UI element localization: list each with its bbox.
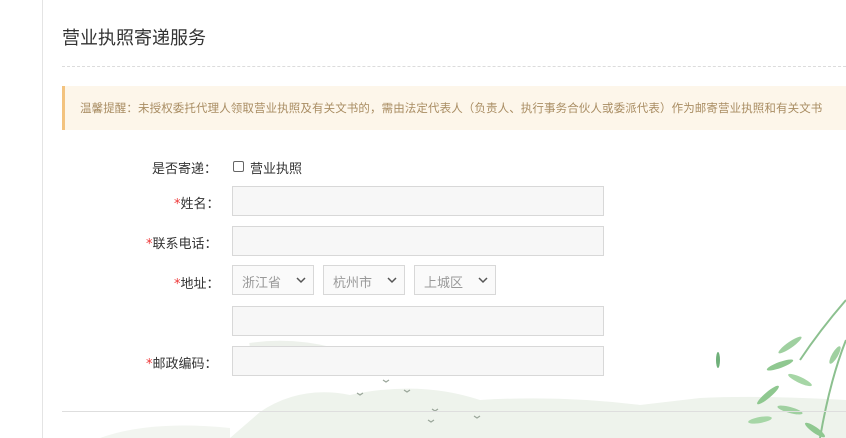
- bird-icon: [403, 389, 411, 393]
- province-value: 浙江省: [242, 276, 282, 291]
- district-select[interactable]: 上城区: [414, 265, 496, 295]
- phone-label-row: *联系电话：: [146, 233, 218, 252]
- left-border: [42, 0, 43, 438]
- chevron-down-icon: [387, 277, 397, 284]
- district-value: 上城区: [424, 276, 464, 291]
- province-select[interactable]: 浙江省: [232, 265, 314, 295]
- postcode-label-row: *邮政编码：: [146, 353, 218, 372]
- bamboo-decoration: [748, 299, 846, 438]
- postcode-label: 邮政编码：: [152, 357, 218, 372]
- chevron-down-icon: [296, 277, 306, 284]
- chevron-down-icon: [478, 277, 488, 284]
- bottom-divider: [62, 411, 846, 412]
- name-input[interactable]: [232, 186, 604, 216]
- title-divider: [62, 66, 846, 67]
- bird-icon: [427, 419, 435, 423]
- bird-icon: [473, 415, 481, 419]
- postcode-input[interactable]: [232, 346, 604, 376]
- phone-label: 联系电话：: [152, 237, 218, 252]
- city-select[interactable]: 杭州市: [323, 265, 405, 295]
- address-label: 地址：: [180, 277, 220, 292]
- phone-input[interactable]: [232, 226, 604, 256]
- name-label: 姓名：: [180, 197, 220, 212]
- address-detail-input[interactable]: [232, 306, 604, 336]
- mail-label: 是否寄递：: [152, 162, 218, 177]
- bird-icon: [382, 379, 390, 383]
- page-title: 营业执照寄递服务: [62, 28, 206, 49]
- mountain-shape: [230, 388, 846, 438]
- city-value: 杭州市: [333, 276, 373, 291]
- notice-banner: 温馨提醒：未授权委托代理人领取营业执照及有关文书的，需由法定代表人（负责人、执行…: [62, 86, 846, 130]
- mountain-shape: [100, 425, 230, 438]
- bird-icon: [356, 392, 364, 396]
- notice-text: 温馨提醒：未授权委托代理人领取营业执照及有关文书的，需由法定代表人（负责人、执行…: [80, 101, 823, 115]
- business-license-checkbox[interactable]: [233, 161, 244, 172]
- business-license-checkbox-label[interactable]: 营业执照: [250, 158, 302, 177]
- leaf-icon: [716, 352, 720, 368]
- address-label-row: *地址：: [174, 273, 220, 292]
- name-label-row: *姓名：: [174, 193, 220, 212]
